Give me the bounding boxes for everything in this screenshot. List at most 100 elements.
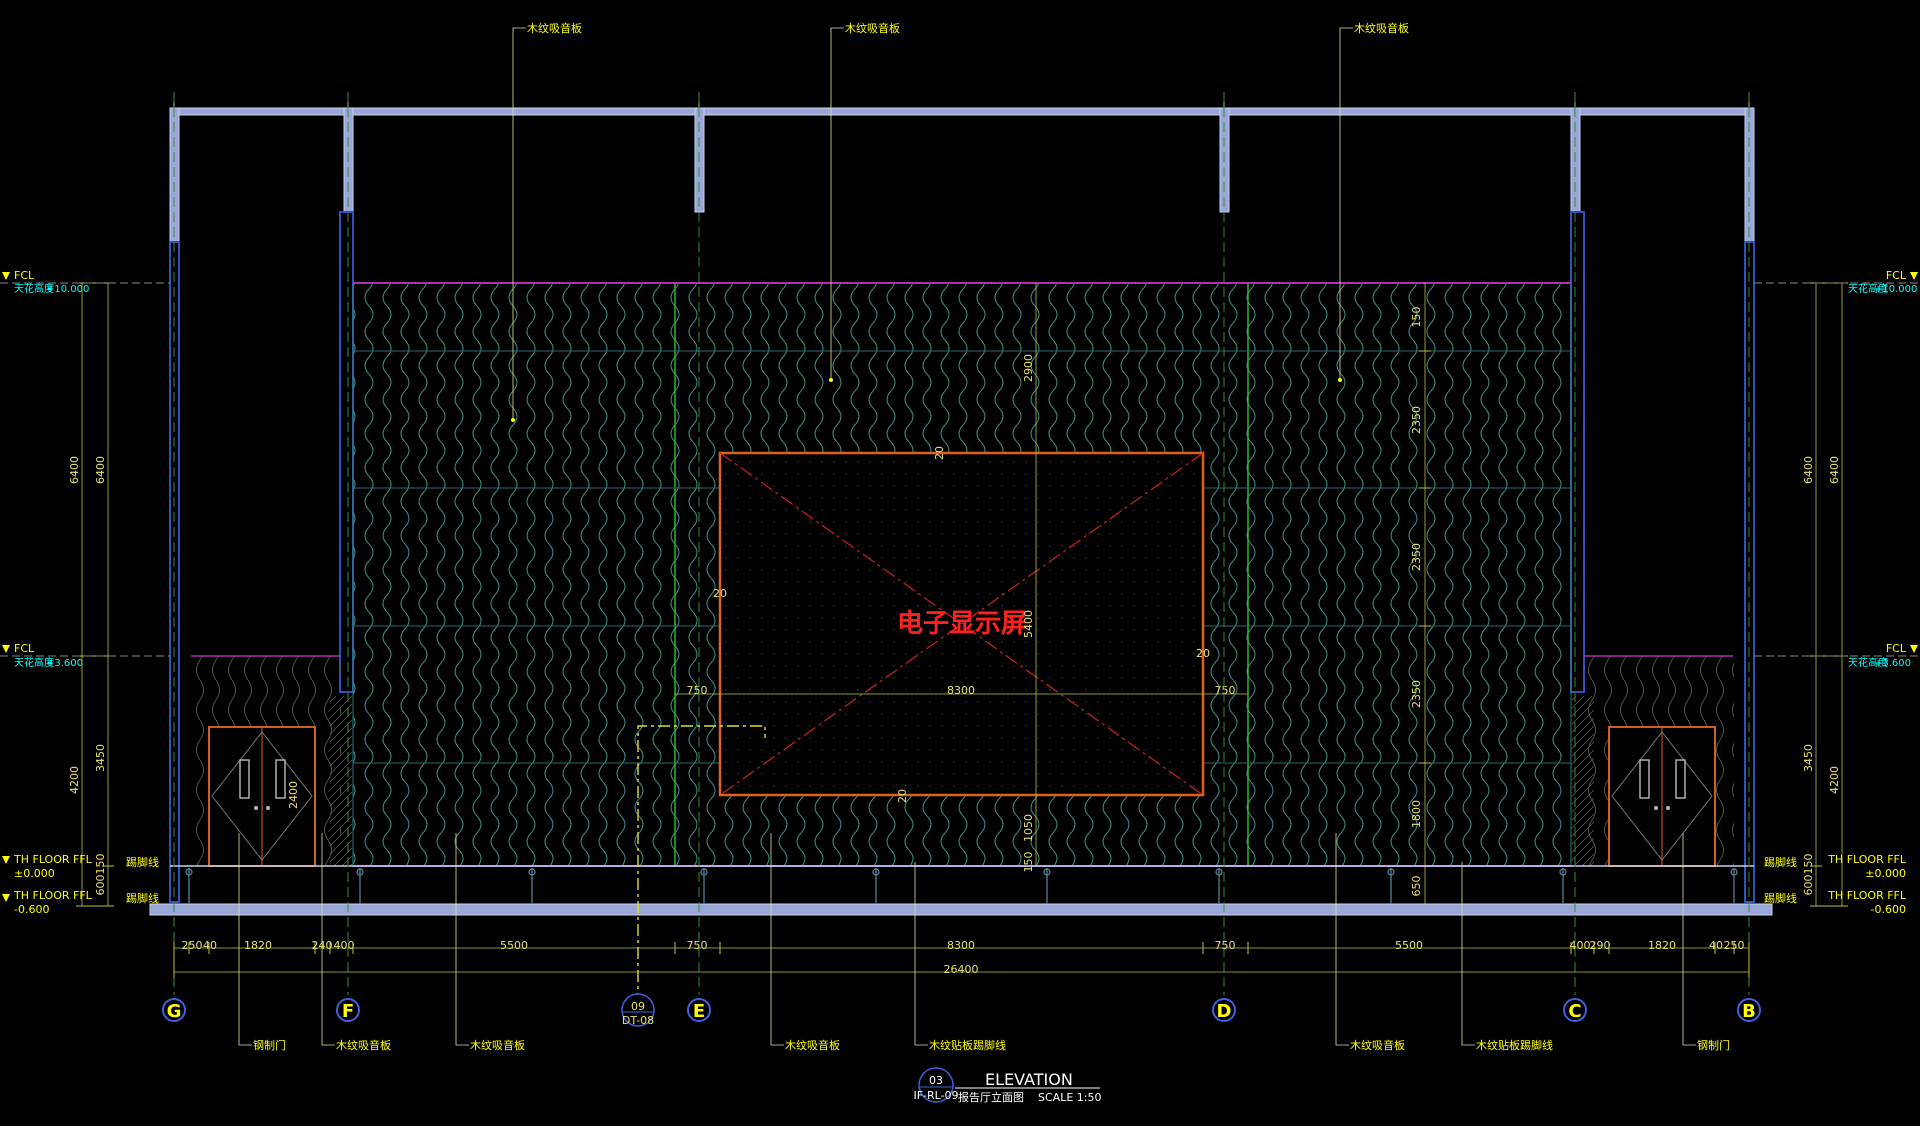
dim-right-stack-1: 2350 (1410, 406, 1423, 434)
label-panel-left: 木纹吸音板 (470, 1038, 525, 1052)
screen-edge-right: 20 (1196, 647, 1210, 660)
dim-h-total: 26400 (944, 963, 979, 976)
grid-label-e: E (693, 1001, 705, 1022)
dim-h-2: 1820 (244, 939, 272, 952)
grid-label-d: D (1217, 1001, 1232, 1022)
base-tag-right-1: 踢脚线 (1764, 855, 1797, 869)
grid-bubble-d: D (1212, 998, 1236, 1022)
title-scale: SCALE 1:50 (1038, 1091, 1101, 1104)
level-floor1-tag-left: TH FLOOR FFL (13, 853, 93, 866)
dim-right-stack-3: 2350 (1410, 680, 1423, 708)
label-top-left: 木纹吸音板 (527, 21, 582, 35)
label-skirting-right: 木纹贴板踢脚线 (1476, 1038, 1553, 1052)
dim-left-base-a: 150 (94, 854, 107, 875)
label-top-center: 木纹吸音板 (845, 21, 900, 35)
title-block: 03 IF-RL-09 ELEVATION 报告厅立面图 SCALE 1:50 (913, 1067, 1101, 1104)
grid-bubble-b: B (1737, 998, 1761, 1022)
dim-h-12: 1820 (1648, 939, 1676, 952)
grid-label-f: F (342, 1001, 354, 1022)
title-sheet: IF-RL-09 (913, 1089, 958, 1102)
display-screen: 电子显示屏 20 20 20 20 (713, 446, 1210, 803)
label-top-right: 木纹吸音板 (1354, 21, 1409, 35)
ceiling-frame (169, 92, 1755, 243)
dim-door-leaf-left: 2400 (287, 781, 300, 809)
level-floor1-value-left: ±0.000 (14, 867, 55, 880)
dim-center-base: 150 (1022, 852, 1035, 873)
dim-center-low: 1050 (1022, 814, 1035, 842)
dim-left-lower: 4200 (68, 766, 81, 794)
grid-bubbles: G F E D C B (162, 998, 1761, 1022)
level-markers-right: FCL 天花高度 +10.000 FCL 天花高度 +3.600 TH FLOO… (1754, 269, 1920, 916)
title-number: 03 (929, 1074, 943, 1087)
dim-right-upper: 6400 (1802, 456, 1815, 484)
dim-right-upper-b: 6400 (1828, 456, 1841, 484)
grid-label-c: C (1568, 1001, 1581, 1022)
dim-right-lower: 4200 (1828, 766, 1841, 794)
dim-h-13: 40 (1709, 939, 1723, 952)
label-skirting-center: 木纹贴板踢脚线 (929, 1038, 1006, 1052)
right-vertical-dims: 6400 6400 3450 4200 150 600 (1802, 282, 1848, 907)
label-door-right: 钢制门 (1697, 1038, 1730, 1052)
dim-right-base-a: 150 (1802, 854, 1815, 875)
grid-bubble-e: E (687, 998, 711, 1022)
left-door-bay (191, 655, 352, 867)
detail-sheet: DT-08 (622, 1014, 654, 1027)
base-tag-right-2: 踢脚线 (1764, 891, 1797, 905)
level-floor2-tag-right: TH FLOOR FFL (1827, 889, 1907, 902)
grid-bubble-f: F (336, 998, 360, 1022)
dim-right-door: 3450 (1802, 744, 1815, 772)
base-tag-left-2: 踢脚线 (126, 891, 159, 905)
dim-right-stack-0: 150 (1410, 307, 1423, 328)
level-ceiling-tag-right: FCL (1886, 269, 1907, 282)
level-floor2-value-right: -0.600 (1871, 903, 1906, 916)
level-ceiling-value-right: +10.000 (1874, 284, 1917, 295)
dim-screen-side-right: 750 (1215, 684, 1236, 697)
label-panel-right: 木纹吸音板 (1350, 1038, 1405, 1052)
dim-right-stack-4: 1800 (1410, 800, 1423, 828)
label-panel-f: 木纹吸音板 (336, 1038, 391, 1052)
dim-h-1: 40 (203, 939, 217, 952)
detail-number: 09 (631, 1000, 645, 1013)
dim-center-top: 2900 (1022, 354, 1035, 382)
dim-h-11: 290 (1590, 939, 1611, 952)
drawing-canvas: 电子显示屏 20 20 20 20 750 8300 750 2900 5400… (0, 21, 1920, 1104)
screen-edge-left: 20 (713, 587, 727, 600)
dim-screen-width: 8300 (947, 684, 975, 697)
dim-h-4: 400 (334, 939, 355, 952)
cad-elevation-drawing: 电子显示屏 20 20 20 20 750 8300 750 2900 5400… (0, 0, 1920, 1122)
level-floor1-value-right: ±0.000 (1865, 867, 1906, 880)
level-markers-left: FCL 天花高度 +10.000 FCL 天花高度 +3.600 TH FLOO… (0, 269, 170, 916)
grid-label-g: G (167, 1001, 182, 1022)
level-floor2-tag-left: TH FLOOR FFL (13, 889, 93, 902)
dim-center-mid: 5400 (1022, 610, 1035, 638)
dim-h-10: 400 (1570, 939, 1591, 952)
floor-slab (149, 865, 1773, 916)
dim-right-base-b: 600 (1802, 875, 1815, 896)
dim-right-stack-5: 650 (1410, 876, 1423, 897)
level-mid-tag-right: FCL (1886, 642, 1907, 655)
grid-bubble-g: G (162, 998, 186, 1022)
dim-h-0: 250 (182, 939, 203, 952)
horizontal-dim-chain: 250 40 1820 240 400 5500 750 8300 750 55… (173, 939, 1750, 978)
level-ceiling-tag-left: FCL (14, 269, 35, 282)
level-ceiling-value-left: +10.000 (46, 284, 89, 295)
dim-h-5: 5500 (500, 939, 528, 952)
screen-edge-top: 20 (933, 446, 946, 460)
screen-label: 电子显示屏 (897, 609, 1027, 639)
level-mid-tag-left: FCL (14, 642, 35, 655)
title-main: ELEVATION (985, 1070, 1073, 1089)
dim-h-6: 750 (687, 939, 708, 952)
dim-h-14: 250 (1724, 939, 1745, 952)
dim-right-stack-2: 2350 (1410, 543, 1423, 571)
label-door-left: 钢制门 (253, 1038, 286, 1052)
screen-edge-bottom: 20 (896, 789, 909, 803)
title-sub: 报告厅立面图 (958, 1090, 1024, 1104)
level-mid-value-left: +3.600 (46, 658, 83, 669)
dim-left-upper-b: 6400 (94, 456, 107, 484)
dim-left-upper: 6400 (68, 456, 81, 484)
dim-left-base-b: 600 (94, 875, 107, 896)
grid-label-b: B (1742, 1001, 1756, 1022)
dim-screen-side-left: 750 (687, 684, 708, 697)
level-floor2-value-left: -0.600 (14, 903, 49, 916)
grid-bubble-c: C (1563, 998, 1587, 1022)
